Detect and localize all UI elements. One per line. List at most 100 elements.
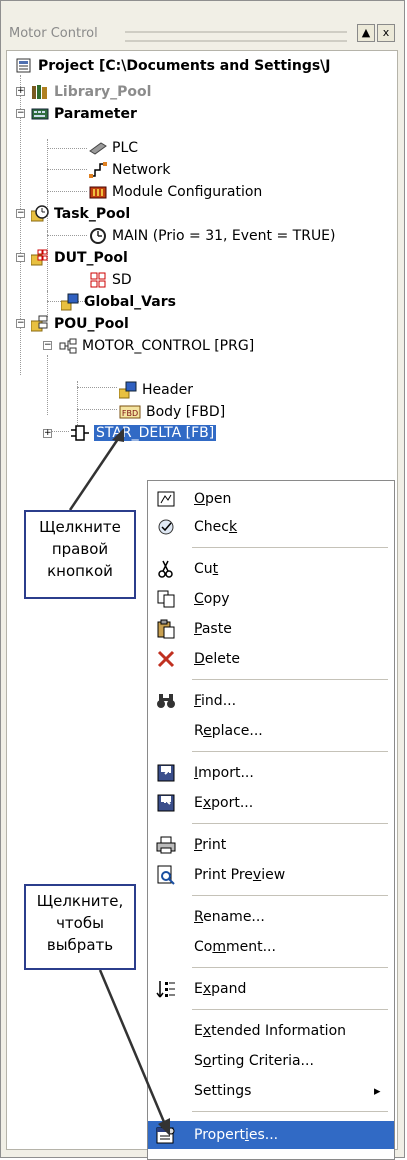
close-button[interactable]: x — [377, 24, 395, 42]
menu-item-import[interactable]: Import... — [148, 759, 394, 787]
plc-icon — [89, 139, 107, 157]
menu-label-check: Check — [194, 519, 238, 535]
titlebar-grip[interactable] — [125, 31, 347, 42]
collapse-dut-pool[interactable]: − — [16, 253, 25, 262]
expand-library-pool[interactable]: + — [16, 87, 25, 96]
import-icon — [156, 763, 176, 783]
menu-label-export: Export... — [194, 795, 254, 811]
collapse-pou-pool[interactable]: − — [16, 319, 25, 328]
menu-label-delete: Delete — [194, 651, 240, 667]
task-pool-icon — [30, 205, 49, 223]
clock-icon — [89, 227, 107, 245]
callout-right-click-line3: кнопкой — [47, 562, 113, 580]
tree-connector — [47, 355, 48, 415]
panel-titlebar[interactable]: Motor Control ▲ x — [7, 24, 395, 46]
paste-icon — [156, 619, 176, 639]
properties-icon — [156, 1125, 176, 1145]
menu-item-comment[interactable]: Comment... — [148, 933, 394, 961]
menu-item-find[interactable]: Find... — [148, 687, 394, 715]
tree-item-module-configuration[interactable]: Module Configuration — [89, 181, 262, 203]
collapse-parameter[interactable]: − — [16, 109, 25, 118]
tree-item-plc[interactable]: PLC — [89, 137, 138, 159]
panel-title: Motor Control — [9, 26, 98, 41]
menu-item-rename[interactable]: Rename... — [148, 903, 394, 931]
tree-item-sd[interactable]: SD — [89, 269, 132, 291]
tree-item-task-pool[interactable]: Task_Pool — [30, 203, 131, 225]
tree-label-motor-control: MOTOR_CONTROL [PRG] — [82, 338, 255, 354]
delete-icon — [156, 649, 176, 669]
tree-connector — [47, 148, 87, 149]
library-icon — [31, 83, 49, 101]
tree-item-global-vars[interactable]: Global_Vars — [60, 291, 176, 313]
tree-item-parameter[interactable]: Parameter — [31, 103, 137, 125]
menu-item-properties[interactable]: Properties... — [148, 1121, 394, 1149]
menu-item-paste[interactable]: Paste — [148, 615, 394, 643]
pin-button[interactable]: ▲ — [357, 24, 375, 42]
export-icon — [156, 793, 176, 813]
function-block-icon — [71, 424, 89, 442]
fbd-icon-text: FBD — [122, 409, 138, 418]
tree-item-body[interactable]: FBD Body [FBD] — [119, 401, 225, 423]
copy-icon — [156, 589, 176, 609]
menu-label-rename: Rename... — [194, 909, 265, 925]
tree-item-main-task[interactable]: MAIN (Prio = 31, Event = TRUE) — [89, 225, 336, 247]
menu-item-delete[interactable]: Delete — [148, 645, 394, 673]
tree-item-header[interactable]: Header — [118, 379, 193, 401]
pou-pool-icon — [30, 315, 49, 333]
tree-label-module-configuration: Module Configuration — [112, 184, 263, 200]
tree-label-task-pool: Task_Pool — [54, 206, 131, 222]
menu-item-cut[interactable]: Cut — [148, 555, 394, 583]
context-menu: Open Check Cut Copy Paste Delete Find...… — [147, 480, 395, 1160]
callout-click-select: Щелкните, чтобы выбрать — [24, 884, 136, 970]
menu-label-paste: Paste — [194, 621, 232, 637]
menu-separator — [192, 751, 388, 752]
menu-item-check[interactable]: Check — [148, 513, 394, 541]
expand-star-delta[interactable]: + — [43, 429, 52, 438]
menu-item-extended-information[interactable]: Extended Information — [148, 1017, 394, 1045]
tree-item-dut-pool[interactable]: DUT_Pool — [30, 247, 128, 269]
tree-label-global-vars: Global_Vars — [84, 294, 176, 310]
tree-connector — [47, 191, 87, 192]
collapse-task-pool[interactable]: − — [16, 209, 25, 218]
menu-label-print-preview: Print Preview — [194, 867, 286, 883]
menu-item-copy[interactable]: Copy — [148, 585, 394, 613]
tree-item-project[interactable]: Project [C:\Documents and Settings\J — [15, 55, 331, 77]
callout-right-click-line2: правой — [51, 540, 109, 558]
menu-item-print-preview[interactable]: Print Preview — [148, 861, 394, 889]
menu-label-find: Find... — [194, 693, 237, 709]
check-icon — [156, 517, 176, 537]
menu-item-replace[interactable]: Replace... — [148, 717, 394, 745]
menu-label-copy: Copy — [194, 591, 230, 607]
network-icon — [89, 161, 107, 179]
tree-label-dut-pool: DUT_Pool — [54, 250, 128, 266]
module-icon — [89, 183, 107, 201]
global-vars-icon — [60, 293, 79, 311]
tree-item-network[interactable]: Network — [89, 159, 170, 181]
menu-item-export[interactable]: Export... — [148, 789, 394, 817]
menu-label-extended-information: Extended Information — [194, 1023, 347, 1039]
tree-item-pou-pool[interactable]: POU_Pool — [30, 313, 129, 335]
menu-item-settings[interactable]: Settings ▸ — [148, 1077, 394, 1105]
collapse-motor-control[interactable]: − — [43, 341, 52, 350]
callout-right-click-line1: Щелкните — [39, 518, 121, 536]
tree-label-network: Network — [112, 162, 171, 178]
program-icon — [59, 337, 77, 355]
menu-label-expand: Expand — [194, 981, 247, 997]
open-icon — [156, 489, 176, 509]
scissors-icon — [156, 559, 176, 579]
tree-item-motor-control[interactable]: MOTOR_CONTROL [PRG] — [59, 335, 254, 357]
menu-item-print[interactable]: Print — [148, 831, 394, 859]
tree-item-library-pool[interactable]: Library_Pool — [31, 81, 151, 103]
callout-click-select-line2: чтобы — [56, 914, 104, 932]
tree-item-star-delta[interactable]: STAR_DELTA [FB] — [71, 422, 217, 444]
menu-label-properties: Properties... — [194, 1127, 279, 1143]
menu-item-open[interactable]: Open — [148, 485, 394, 513]
fbd-icon: FBD — [119, 403, 141, 421]
menu-item-sorting-criteria[interactable]: Sorting Criteria... — [148, 1047, 394, 1075]
menu-label-print: Print — [194, 837, 227, 853]
menu-item-expand[interactable]: Expand — [148, 975, 394, 1003]
tree-connector — [47, 169, 87, 170]
struct-icon — [89, 271, 107, 289]
tree-label-parameter: Parameter — [54, 106, 137, 122]
menu-separator — [192, 895, 388, 896]
